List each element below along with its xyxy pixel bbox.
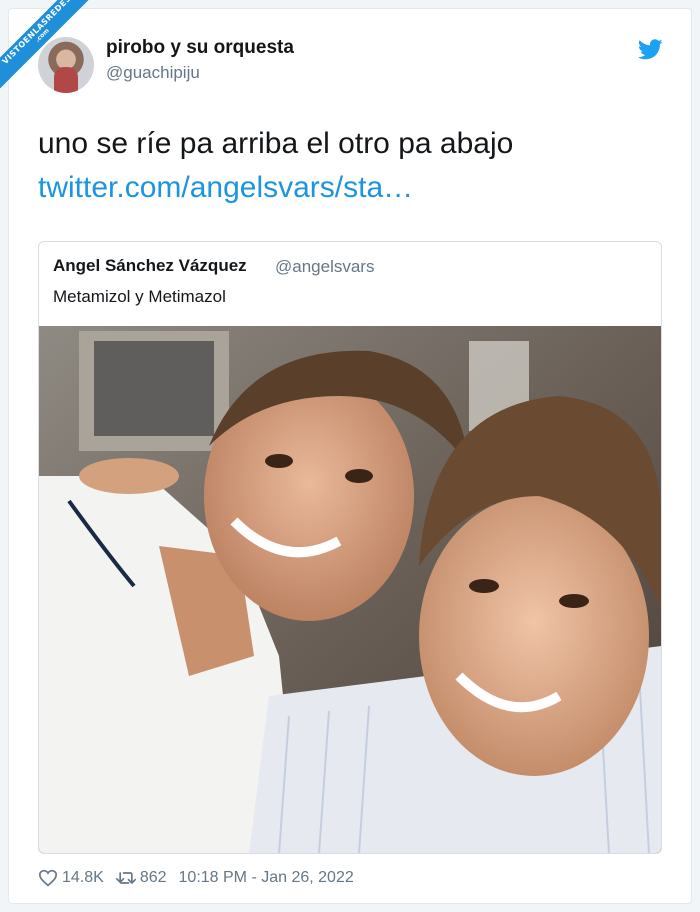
- tweet-footer: 14.8K 862 10:18 PM - Jan 26, 2022: [38, 866, 354, 890]
- photo-person-left-eye: [345, 469, 373, 483]
- heart-icon[interactable]: [38, 869, 58, 887]
- like-count[interactable]: 14.8K: [62, 869, 104, 887]
- twitter-bird-icon[interactable]: [638, 39, 663, 60]
- photo-hand: [79, 458, 179, 494]
- watermark-label: VISTOENLASREDES .com: [0, 0, 105, 98]
- screenshot-frame: VISTOENLASREDES .com pirobo y su orquest…: [0, 0, 700, 912]
- tweet-link[interactable]: twitter.com/angelsvars/sta…: [38, 168, 413, 208]
- watermark-text: VISTOENLASREDES: [0, 0, 74, 67]
- watermark-ribbon: VISTOENLASREDES .com: [0, 0, 110, 110]
- retweet-count[interactable]: 862: [140, 869, 167, 887]
- tweet-timestamp[interactable]: 10:18 PM - Jan 26, 2022: [179, 869, 354, 887]
- photo-wall-picture: [94, 341, 214, 436]
- quoted-author-handle[interactable]: @angelsvars: [275, 257, 374, 277]
- quoted-author-name[interactable]: Angel Sánchez Vázquez: [53, 256, 247, 276]
- quoted-tweet-photo[interactable]: [39, 326, 661, 854]
- photo-person-right-eye: [559, 594, 589, 608]
- retweet-icon[interactable]: [115, 869, 136, 887]
- author-display-name[interactable]: pirobo y su orquesta: [106, 37, 294, 59]
- quoted-tweet-text: Metamizol y Metimazol: [53, 287, 226, 306]
- quoted-tweet[interactable]: Angel Sánchez Vázquez @angelsvars Metami…: [38, 241, 662, 854]
- author-handle[interactable]: @guachipiju: [106, 63, 200, 83]
- photo-person-left-eye: [265, 454, 293, 468]
- tweet-text: uno se ríe pa arriba el otro pa abajo: [38, 127, 514, 160]
- photo-person-right-eye: [469, 579, 499, 593]
